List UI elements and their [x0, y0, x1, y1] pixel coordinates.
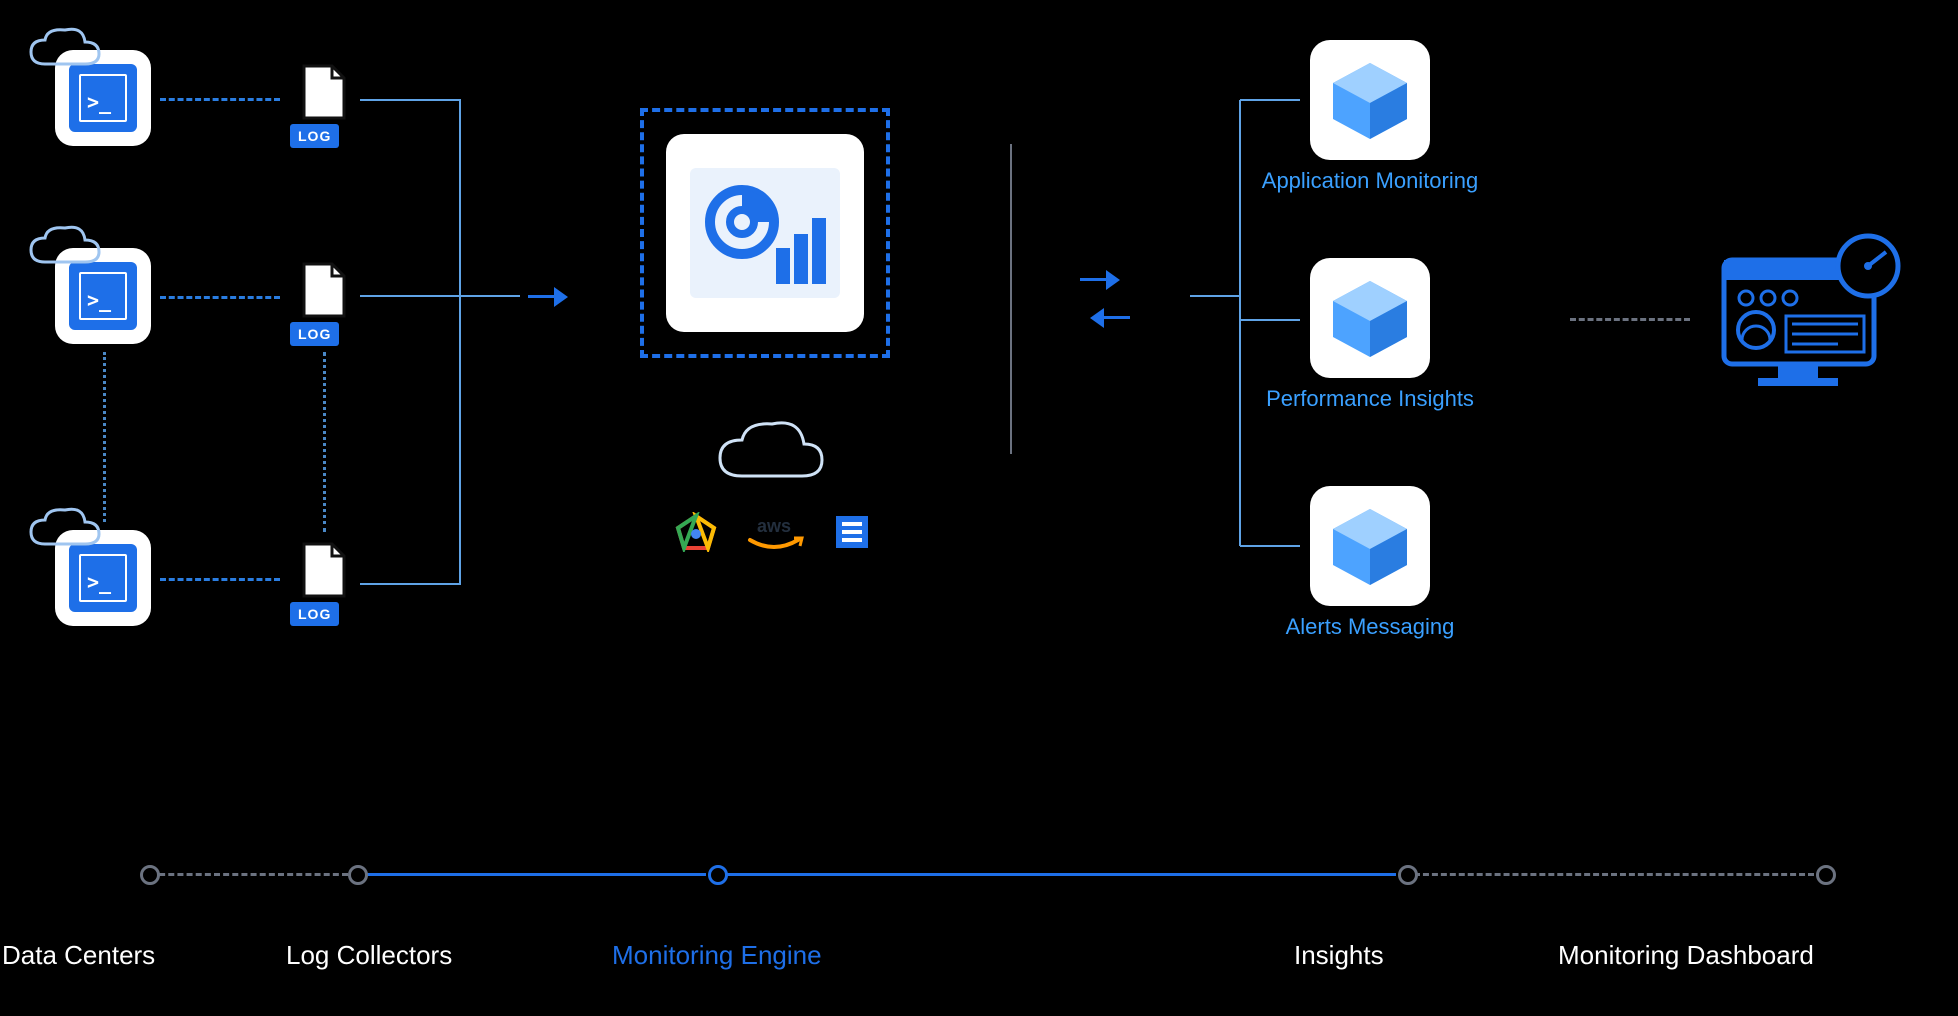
terminal-prompt: >_	[87, 572, 111, 592]
arrow-left-icon	[1080, 306, 1130, 330]
pipeline-timeline	[140, 860, 1858, 890]
monitoring-engine-box	[640, 108, 890, 358]
arrow-right-icon	[528, 285, 578, 309]
analytics-chart-icon	[690, 168, 840, 298]
arrow-right-icon	[1080, 268, 1130, 292]
timeline-segment-active	[724, 873, 1396, 876]
file-icon	[290, 260, 358, 320]
cloud-providers: aws	[674, 512, 874, 552]
connector-dash	[160, 296, 280, 299]
timeline-step-data-centers	[140, 865, 160, 885]
terminal-prompt: >_	[87, 92, 111, 112]
architecture-diagram: >_ >_ >_ LOG LOG LOG	[0, 0, 1958, 1016]
connector-dash	[160, 578, 280, 581]
insight-label: Alerts Messaging	[1240, 614, 1500, 640]
timeline-segment-active	[364, 873, 706, 876]
gcp-icon	[674, 512, 718, 552]
connector-dash	[160, 98, 280, 101]
vertical-connector	[323, 352, 326, 532]
log-badge: LOG	[290, 602, 339, 626]
log-badge: LOG	[290, 124, 339, 148]
timeline-step-monitoring-engine	[708, 865, 728, 885]
cloud-icon	[25, 222, 103, 272]
timeline-segment	[1414, 873, 1814, 876]
azure-icon	[830, 512, 874, 552]
log-collector-2: LOG	[290, 260, 358, 344]
insight-branch-connector	[1190, 56, 1300, 596]
vertical-separator	[1010, 144, 1012, 454]
cloud-icon	[25, 24, 103, 74]
log-merge-connector	[360, 96, 530, 596]
timeline-step-log-collectors	[348, 865, 368, 885]
timeline-step-insights	[1398, 865, 1418, 885]
svg-text:aws: aws	[757, 516, 791, 536]
connector-dash	[1570, 318, 1690, 321]
insight-tile-performance-insights	[1310, 258, 1430, 378]
data-center-terminal-3: >_	[55, 530, 151, 626]
timeline-label: Insights	[1294, 940, 1384, 971]
log-collector-1: LOG	[290, 62, 358, 146]
vertical-connector	[103, 352, 106, 522]
insight-label: Application Monitoring	[1240, 168, 1500, 194]
insight-tile-application-monitoring	[1310, 40, 1430, 160]
timeline-label-active: Monitoring Engine	[612, 940, 822, 971]
timeline-label: Log Collectors	[286, 940, 452, 971]
cube-icon	[1327, 275, 1413, 361]
log-badge: LOG	[290, 322, 339, 346]
monitoring-dashboard-icon	[1718, 230, 1908, 400]
cube-icon	[1327, 57, 1413, 143]
timeline-label: Monitoring Dashboard	[1558, 940, 1814, 971]
file-icon	[290, 540, 358, 600]
cube-icon	[1327, 503, 1413, 589]
monitoring-engine-tile	[666, 134, 864, 332]
log-collector-3: LOG	[290, 540, 358, 624]
timeline-label: Data Centers	[2, 940, 155, 971]
timeline-segment	[150, 873, 348, 876]
data-center-terminal-2: >_	[55, 248, 151, 344]
cloud-icon	[710, 414, 830, 488]
terminal-prompt: >_	[87, 290, 111, 310]
insight-label: Performance Insights	[1240, 386, 1500, 412]
aws-icon: aws	[744, 512, 804, 552]
insight-tile-alerts-messaging	[1310, 486, 1430, 606]
timeline-step-monitoring-dashboard	[1816, 865, 1836, 885]
cloud-icon	[25, 504, 103, 554]
data-center-terminal-1: >_	[55, 50, 151, 146]
file-icon	[290, 62, 358, 122]
